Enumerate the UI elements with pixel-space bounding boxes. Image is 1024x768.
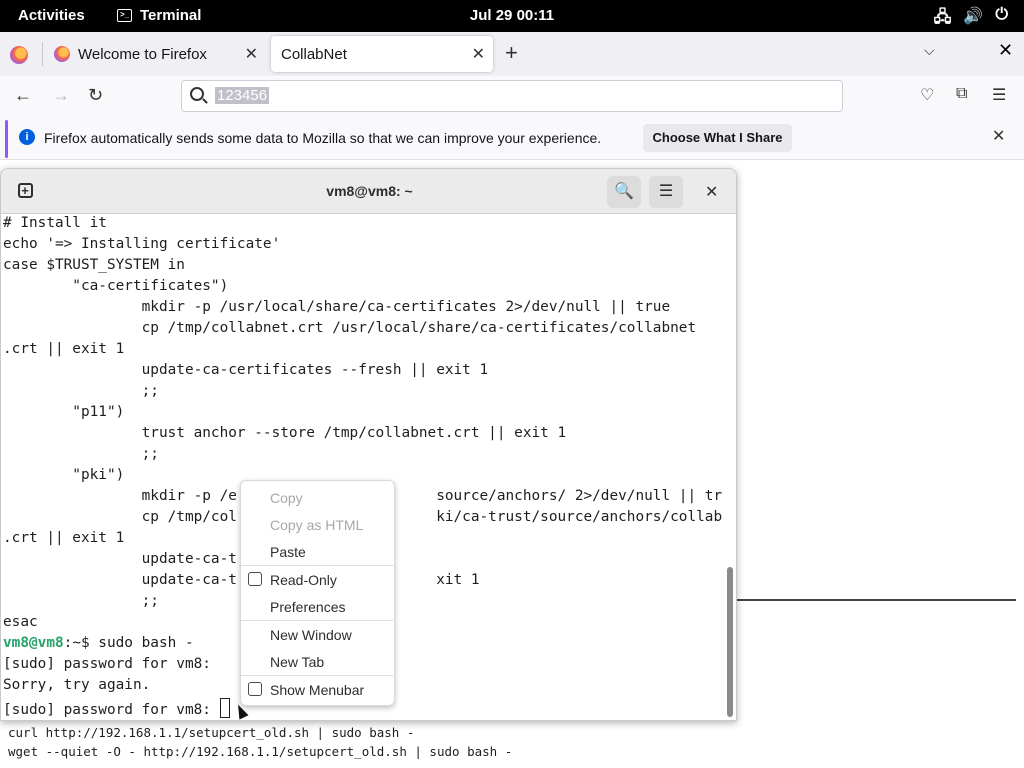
context-menu: Copy Copy as HTML Paste Read-Only Prefer…	[240, 480, 396, 706]
terminal-line: case $TRUST_SYSTEM in	[3, 257, 185, 273]
menu-item-read-only[interactable]: Read-Only	[270, 572, 337, 588]
terminal-line: cp /tmp/collabnet.crt /usr/local/share/c…	[3, 320, 697, 336]
back-icon[interactable]: ←	[14, 85, 32, 106]
text-cursor	[219, 698, 230, 718]
accent-stripe	[5, 120, 8, 158]
terminal-line: ;;	[3, 446, 159, 462]
close-icon[interactable]: ✕	[245, 44, 258, 64]
navigation-bar: ← → ↻ 123456 ♡ ⧉ ☰	[0, 76, 1024, 118]
pocket-icon[interactable]: ♡	[920, 85, 934, 105]
menu-item-paste[interactable]: Paste	[270, 544, 306, 560]
read-only-checkbox[interactable]	[248, 572, 262, 586]
tab-welcome[interactable]: Welcome to Firefox ✕	[44, 36, 266, 72]
terminal-line: [sudo] password for vm8:	[3, 698, 230, 718]
terminal-line: # Install it	[3, 215, 107, 231]
search-button[interactable]: 🔍	[607, 176, 641, 208]
close-icon[interactable]: ✕	[472, 44, 485, 64]
tab-title: Welcome to Firefox	[78, 45, 207, 63]
chevron-down-icon[interactable]: ⌵	[924, 42, 935, 59]
terminal-line: Sorry, try again.	[3, 677, 151, 693]
power-icon: ⏻	[995, 6, 1008, 23]
prompt-user: vm8@vm8	[3, 635, 64, 651]
terminal-line: [sudo] password for vm8:	[3, 656, 211, 672]
extensions-icon[interactable]: ⧉	[956, 85, 967, 103]
tab-title: CollabNet	[281, 45, 347, 63]
url-input[interactable]: 123456	[215, 87, 270, 104]
firefox-view-icon[interactable]	[10, 46, 28, 64]
menu-divider	[241, 675, 396, 676]
info-icon: i	[19, 129, 35, 145]
menu-button[interactable]: ☰	[649, 176, 683, 208]
menu-icon[interactable]: ☰	[992, 85, 1006, 105]
menu-divider	[241, 620, 396, 621]
password-prompt: [sudo] password for vm8:	[3, 702, 220, 718]
prompt-command: :~$ sudo bash -	[63, 635, 194, 651]
menu-item-preferences[interactable]: Preferences	[270, 599, 345, 615]
terminal-header: + vm8@vm8: ~ 🔍 ☰ ✕	[1, 169, 736, 214]
terminal-line: "pki")	[3, 467, 125, 483]
menu-item-copy-as-html[interactable]: Copy as HTML	[270, 517, 363, 533]
close-icon[interactable]: ✕	[992, 126, 1005, 146]
search-icon	[190, 87, 204, 101]
menu-icon: ☰	[658, 183, 674, 200]
close-window-button[interactable]: ✕	[998, 40, 1013, 61]
terminal-line: update-ca-certificates --fresh || exit 1	[3, 362, 489, 378]
terminal-line: "ca-certificates")	[3, 278, 229, 294]
terminal-line: esac	[3, 614, 38, 630]
terminal-line: trust anchor --store /tmp/collabnet.crt …	[3, 425, 567, 441]
terminal-line: mkdir -p /usr/local/share/ca-certificate…	[3, 299, 671, 315]
system-tray[interactable]: 🖧 🔊 ⏻	[934, 6, 1008, 33]
divider	[42, 42, 43, 66]
search-icon: 🔍	[614, 183, 634, 200]
terminal-line: ;;	[3, 383, 159, 399]
page-code-line: curl http://192.168.1.1/setupcert_old.sh…	[8, 725, 415, 740]
tab-collabnet[interactable]: CollabNet ✕	[271, 36, 493, 72]
menu-divider	[241, 565, 396, 566]
scrollbar-thumb[interactable]	[727, 567, 733, 717]
tab-bar: Welcome to Firefox ✕ CollabNet ✕ + ⌵ ✕	[0, 32, 1024, 76]
prompt-line: vm8@vm8:~$ sudo bash -	[3, 635, 194, 651]
forward-icon[interactable]: →	[52, 85, 70, 106]
menu-item-copy[interactable]: Copy	[270, 490, 303, 506]
menu-item-show-menubar[interactable]: Show Menubar	[270, 682, 364, 698]
terminal-line: "p11")	[3, 404, 125, 420]
terminal-line: .crt || exit 1	[3, 530, 125, 546]
new-tab-button[interactable]: +	[505, 40, 518, 66]
network-icon: 🖧	[933, 9, 952, 26]
volume-icon: 🔊	[963, 8, 984, 25]
terminal-line: ;;	[3, 593, 159, 609]
menu-item-new-tab[interactable]: New Tab	[270, 654, 324, 670]
terminal-line: update-ca-t	[3, 551, 237, 567]
clock[interactable]: Jul 29 00:11	[0, 7, 1024, 24]
choose-what-i-share-button[interactable]: Choose What I Share	[643, 124, 792, 152]
divider	[737, 599, 1016, 601]
terminal-line: echo '=> Installing certificate'	[3, 236, 281, 252]
url-bar[interactable]: 123456	[181, 80, 843, 112]
top-bar: Activities >_ Terminal Jul 29 00:11 🖧 🔊 …	[0, 0, 1024, 32]
firefox-icon	[54, 46, 70, 62]
notification-message: Firefox automatically sends some data to…	[44, 130, 602, 146]
show-menubar-checkbox[interactable]	[248, 682, 262, 696]
menu-item-new-window[interactable]: New Window	[270, 627, 352, 643]
reload-icon[interactable]: ↻	[88, 85, 103, 106]
page-code-line: wget --quiet -O - http://192.168.1.1/set…	[8, 744, 513, 759]
terminal-line: .crt || exit 1	[3, 341, 125, 357]
close-icon[interactable]: ✕	[705, 182, 718, 202]
notification-bar: i Firefox automatically sends some data …	[0, 118, 1024, 160]
